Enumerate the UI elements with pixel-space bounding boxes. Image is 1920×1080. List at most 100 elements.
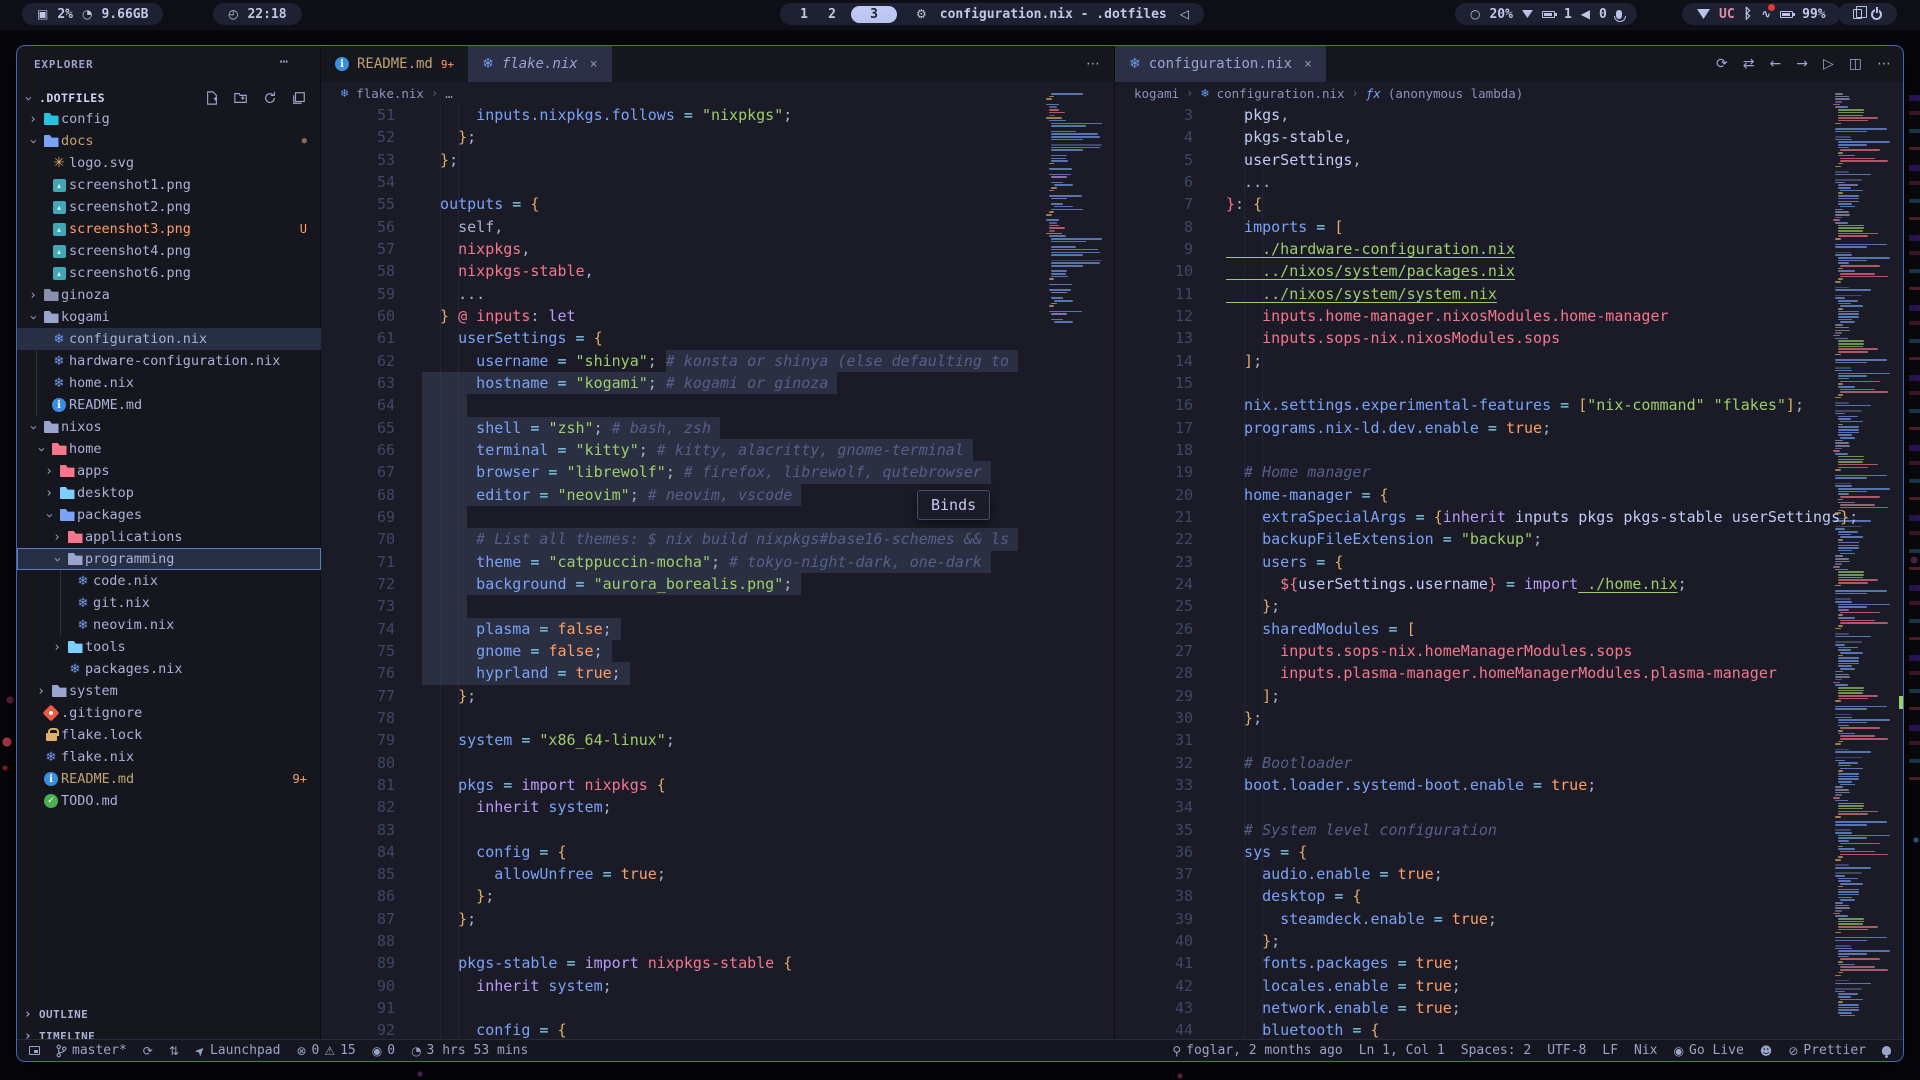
tree-item-screenshot3-png[interactable]: ▴screenshot3.pngU — [17, 218, 321, 240]
chevron-down-icon[interactable]: › — [34, 441, 49, 457]
tree-item-nixos[interactable]: ›nixos — [17, 416, 321, 438]
minimap-1[interactable] — [1044, 93, 1106, 393]
tree-item-ginoza[interactable]: ›ginoza — [17, 284, 321, 306]
chevron-right-icon[interactable]: › — [49, 530, 65, 545]
status-notifications-bell[interactable] — [1882, 1046, 1891, 1055]
collapse-folders-icon[interactable] — [292, 91, 306, 105]
run-icon[interactable]: ▷ — [1823, 56, 1834, 72]
status-eol[interactable]: LF — [1602, 1043, 1618, 1058]
breadcrumb-rest[interactable]: … — [445, 86, 453, 101]
tree-item-home-nix[interactable]: ❄home.nix — [17, 372, 321, 394]
workspace-2[interactable]: 2 — [823, 7, 841, 22]
clipboard-icon[interactable] — [1853, 9, 1862, 19]
tree-item--gitignore[interactable]: .gitignore — [17, 702, 321, 724]
chevron-down-icon[interactable]: › — [42, 507, 57, 523]
tree-item-screenshot6-png[interactable]: ▴screenshot6.png — [17, 262, 321, 284]
editor-more-actions-icon[interactable]: ⋯ — [1086, 56, 1100, 72]
code-editor-configuration-nix[interactable]: 3 pkgs,4 pkgs-stable,5 userSettings,6 ..… — [1115, 104, 1904, 1041]
explorer-more-actions-icon[interactable]: ⋯ — [280, 54, 288, 70]
tree-item-configuration-nix[interactable]: ❄configuration.nix — [17, 328, 321, 350]
tree-item-screenshot2-png[interactable]: ▴screenshot2.png — [17, 196, 321, 218]
new-file-icon[interactable] — [205, 91, 219, 105]
tree-item-code-nix[interactable]: ❄code.nix — [17, 570, 321, 592]
tree-item-config[interactable]: ›config — [17, 108, 321, 130]
tree-item-logo-svg[interactable]: ✳logo.svg — [17, 152, 321, 174]
chevron-right-icon[interactable]: › — [41, 464, 57, 479]
breadcrumb-file[interactable]: flake.nix — [356, 86, 424, 101]
status-git-blame[interactable]: ⚲foglar, 2 months ago — [1172, 1043, 1342, 1058]
tree-item-screenshot4-png[interactable]: ▴screenshot4.png — [17, 240, 321, 262]
code-editor-flake-nix[interactable]: 51 inputs.nixpkgs.follows = "nixpkgs";52… — [321, 104, 1114, 1041]
new-folder-icon[interactable] — [234, 91, 248, 105]
tab-flake-nix[interactable]: ❄flake.nix× — [468, 46, 611, 82]
status-encoding[interactable]: UTF-8 — [1547, 1043, 1586, 1058]
tree-item-applications[interactable]: ›applications — [17, 526, 321, 548]
status-extension-face[interactable]: ☻ — [1760, 1044, 1773, 1058]
close-tab-icon[interactable]: × — [590, 57, 598, 72]
status-coding-time[interactable]: ◔3 hrs 53 mins — [411, 1043, 528, 1058]
tree-item-desktop[interactable]: ›desktop — [17, 482, 321, 504]
chevron-right-icon[interactable]: › — [33, 684, 49, 699]
status-problems[interactable]: ⊗0⚠15 — [296, 1043, 355, 1058]
compare-changes-icon[interactable]: ⇄ — [1743, 56, 1755, 72]
chevron-right-icon[interactable]: › — [25, 288, 41, 303]
nav-forward-icon[interactable]: → — [1796, 56, 1808, 72]
status-prettier[interactable]: ⊘Prettier — [1788, 1043, 1866, 1058]
tree-item-docs[interactable]: ›docs● — [17, 130, 321, 152]
chevron-right-icon[interactable]: › — [25, 112, 41, 127]
sync-icon[interactable]: ⟳ — [1716, 56, 1728, 72]
tree-item-flake-lock[interactable]: flake.lock — [17, 724, 321, 746]
tree-item-programming[interactable]: ›programming — [17, 548, 321, 570]
chevron-down-icon[interactable]: › — [26, 419, 41, 435]
tree-item-packages-nix[interactable]: ❄packages.nix — [17, 658, 321, 680]
close-tab-icon[interactable]: × — [1304, 57, 1312, 72]
status-indentation[interactable]: Spaces: 2 — [1461, 1043, 1531, 1058]
status-remote-indicator[interactable] — [29, 1046, 40, 1055]
tree-item-tools[interactable]: ›tools — [17, 636, 321, 658]
chevron-right-icon[interactable]: › — [41, 486, 57, 501]
tab-configuration-nix[interactable]: ❄configuration.nix× — [1115, 46, 1326, 82]
power-pill[interactable] — [1838, 3, 1897, 25]
split-editor-icon[interactable]: ◫ — [1849, 56, 1862, 72]
tab-readme-md[interactable]: iREADME.md9+ — [321, 46, 468, 82]
status-ports[interactable]: ◉0 — [372, 1043, 395, 1058]
breadcrumb-1[interactable]: ❄ flake.nix › … — [321, 82, 1114, 104]
tree-item-neovim-nix[interactable]: ❄neovim.nix — [17, 614, 321, 636]
tree-item-readme-md[interactable]: iREADME.md9+ — [17, 768, 321, 790]
tree-item-readme-md[interactable]: iREADME.md — [17, 394, 321, 416]
tree-item-todo-md[interactable]: ✓TODO.md — [17, 790, 321, 812]
tree-item-apps[interactable]: ›apps — [17, 460, 321, 482]
tree-item-screenshot1-png[interactable]: ▴screenshot1.png — [17, 174, 321, 196]
power-icon[interactable] — [1871, 9, 1882, 20]
tree-item-home[interactable]: ›home — [17, 438, 321, 460]
bluetooth-icon[interactable]: ᛒ — [1744, 6, 1752, 22]
status-pull-request[interactable]: ⇅ — [169, 1044, 179, 1058]
breadcrumb-symbol[interactable]: (anonymous lambda) — [1388, 86, 1523, 101]
tree-item-hardware-configuration-nix[interactable]: ❄hardware-configuration.nix — [17, 350, 321, 372]
tree-item-kogami[interactable]: ›kogami — [17, 306, 321, 328]
workspace-3[interactable]: 3 — [851, 6, 897, 23]
chevron-down-icon[interactable]: › — [50, 551, 65, 567]
refresh-explorer-icon[interactable] — [263, 91, 277, 105]
chevron-down-icon[interactable]: › — [26, 133, 41, 149]
breadcrumb-2[interactable]: kogami › ❄ configuration.nix › ƒx (anony… — [1115, 82, 1904, 104]
tree-item-git-nix[interactable]: ❄git.nix — [17, 592, 321, 614]
outline-section[interactable]: › OUTLINE — [21, 1003, 317, 1025]
tray-pill[interactable]: UC ᛒ ∿ 99% — [1682, 3, 1841, 25]
notification-wave-icon[interactable]: ∿ — [1761, 7, 1771, 21]
keyboard-layout[interactable]: UC — [1719, 7, 1735, 22]
workspace-1[interactable]: 1 — [795, 7, 813, 22]
status-git-sync[interactable]: ⟳ — [143, 1044, 153, 1058]
chevron-right-icon[interactable]: › — [49, 640, 65, 655]
status-cursor-position[interactable]: Ln 1, Col 1 — [1359, 1043, 1445, 1058]
breadcrumb-file[interactable]: configuration.nix — [1217, 86, 1345, 101]
status-launchpad[interactable]: ➤Launchpad — [195, 1043, 281, 1058]
tree-item-packages[interactable]: ›packages — [17, 504, 321, 526]
minimap-2[interactable] — [1833, 93, 1895, 1033]
status-language-mode[interactable]: Nix — [1634, 1043, 1657, 1058]
breadcrumb-folder[interactable]: kogami — [1134, 86, 1179, 101]
network-icon[interactable] — [1697, 9, 1710, 19]
chevron-down-icon[interactable]: › — [26, 309, 41, 325]
nav-back-icon[interactable]: ← — [1770, 56, 1782, 72]
status-git-branch[interactable]: master* — [56, 1043, 127, 1058]
